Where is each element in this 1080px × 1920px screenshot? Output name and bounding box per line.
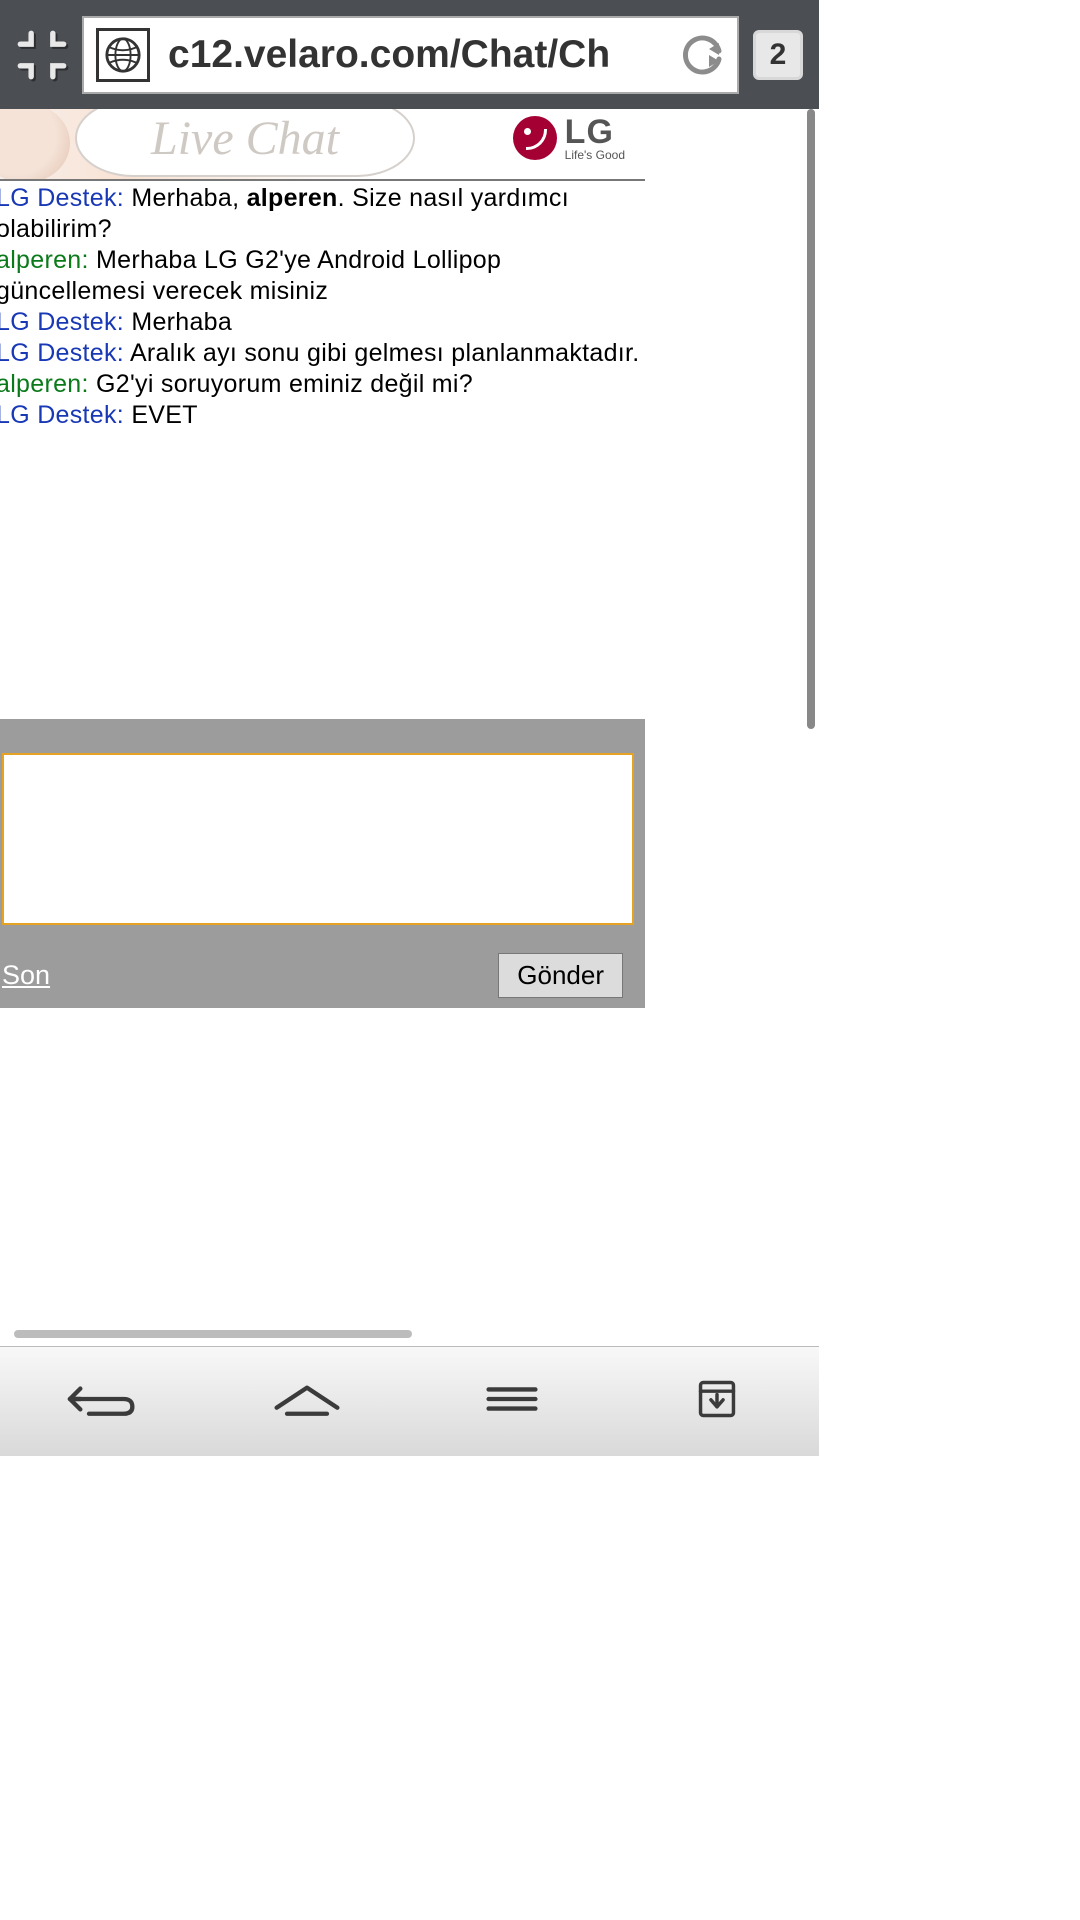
chat-transcript: LG Destek: Merhaba, alperen. Size nasıl …: [0, 181, 641, 431]
live-chat-title-bubble: Live Chat: [75, 109, 415, 177]
chat-line: LG Destek: Merhaba, alperen. Size nasıl …: [0, 183, 641, 245]
browser-chrome-bar: c12.velaro.com/Chat/Ch 2: [0, 0, 819, 109]
chat-line: LG Destek: EVET: [0, 400, 641, 431]
chat-line: alperen: G2'yi soruyorum eminiz değil mi…: [0, 369, 641, 400]
url-text: c12.velaro.com/Chat/Ch: [168, 33, 663, 77]
tabs-button[interactable]: 2: [753, 30, 803, 80]
lg-tagline: Life's Good: [565, 149, 625, 161]
chat-input-panel: Son Gönder: [0, 719, 645, 1008]
speaker-label: alperen:: [0, 370, 89, 398]
lg-mark-icon: [513, 116, 557, 160]
globe-icon: [96, 28, 150, 82]
horizontal-scrollbar[interactable]: [14, 1330, 412, 1338]
address-bar[interactable]: c12.velaro.com/Chat/Ch: [82, 16, 739, 94]
pull-down-button[interactable]: [678, 1373, 756, 1430]
chat-line: LG Destek: Merhaba: [0, 307, 641, 338]
chat-message-input[interactable]: [2, 753, 634, 925]
vertical-scrollbar[interactable]: [807, 109, 815, 729]
send-button[interactable]: Gönder: [498, 953, 623, 998]
speaker-label: LG Destek:: [0, 401, 124, 429]
speaker-label: LG Destek:: [0, 339, 124, 367]
android-nav-bar: [0, 1346, 819, 1456]
chat-line: LG Destek: Aralık ayı sonu gibi gelmesı …: [0, 338, 641, 369]
recent-apps-button[interactable]: [473, 1373, 551, 1430]
lg-logo: LG Life's Good: [513, 115, 625, 161]
reload-icon[interactable]: [681, 33, 725, 77]
speaker-label: LG Destek:: [0, 308, 124, 336]
back-button[interactable]: [63, 1373, 141, 1430]
home-button[interactable]: [268, 1373, 346, 1430]
lg-brand-text: LG: [565, 115, 625, 149]
chat-header: Live Chat LG Life's Good: [0, 109, 645, 181]
speaker-label: LG Destek:: [0, 184, 124, 212]
page-content: Live Chat LG Life's Good LG Destek: Merh…: [0, 109, 819, 1346]
live-chat-title: Live Chat: [151, 111, 339, 166]
agent-avatar: [0, 109, 70, 181]
end-chat-link[interactable]: Son: [2, 960, 50, 991]
chat-line: alperen: Merhaba LG G2'ye Android Lollip…: [0, 245, 641, 307]
tabs-count: 2: [770, 38, 787, 72]
exit-fullscreen-icon[interactable]: [16, 29, 68, 81]
speaker-label: alperen:: [0, 246, 89, 274]
